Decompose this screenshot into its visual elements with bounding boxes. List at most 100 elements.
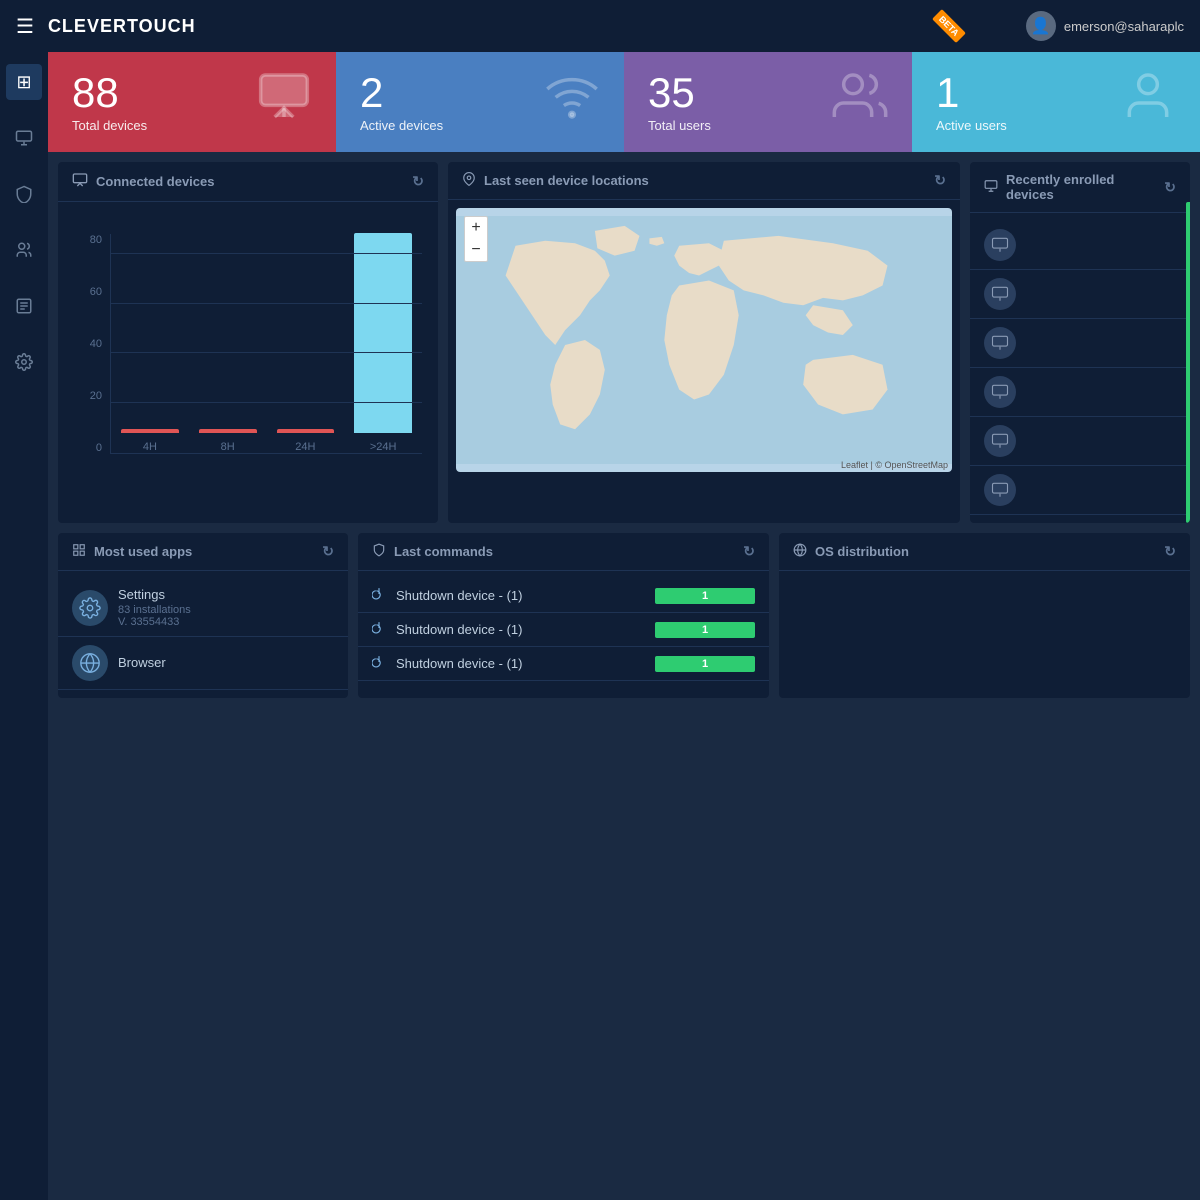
grid-line-80 bbox=[111, 253, 422, 254]
enrolled-icon bbox=[984, 179, 998, 196]
command-bar: 1 bbox=[655, 588, 755, 604]
bar-24h-fill bbox=[277, 429, 335, 433]
commands-refresh[interactable]: ↻ bbox=[743, 543, 755, 560]
stats-row: 88 Total devices 2 Active devices bbox=[48, 52, 1200, 152]
panels-row: Connected devices ↻ 80 60 40 20 0 bbox=[48, 152, 1200, 533]
app-icon-browser bbox=[72, 645, 108, 681]
list-item: Browser bbox=[58, 637, 348, 690]
total-users-number: 35 bbox=[648, 72, 711, 114]
list-item bbox=[970, 319, 1190, 368]
command-name: Shutdown device - (1) bbox=[396, 588, 645, 603]
map-title: Last seen device locations bbox=[484, 173, 649, 188]
map-zoom-in[interactable]: + bbox=[465, 217, 487, 239]
sidebar-item-users[interactable] bbox=[6, 232, 42, 268]
bar-8h: 8H bbox=[199, 429, 257, 453]
device-icon bbox=[984, 425, 1016, 457]
device-icon bbox=[984, 278, 1016, 310]
command-bar: 1 bbox=[655, 622, 755, 638]
grid-line-20 bbox=[111, 402, 422, 403]
bar-chart: 80 60 40 20 0 bbox=[58, 202, 438, 462]
sidebar-item-security[interactable] bbox=[6, 176, 42, 212]
stat-total-devices: 88 Total devices bbox=[48, 52, 336, 152]
recently-enrolled-header: Recently enrolled devices ↻ bbox=[970, 162, 1190, 213]
os-distribution-panel: OS distribution ↻ bbox=[779, 533, 1190, 698]
command-bar-container: 1 bbox=[655, 656, 755, 672]
map-zoom-controls: + − bbox=[464, 216, 488, 262]
power-icon bbox=[372, 587, 386, 604]
main-layout: ⊞ 88 Total devices bbox=[0, 52, 1200, 1200]
os-dist-content bbox=[779, 571, 1190, 603]
app-name: Settings bbox=[118, 587, 334, 602]
last-commands-panel: Last commands ↻ Shutdown device - (1) bbox=[358, 533, 769, 698]
connected-devices-panel: Connected devices ↻ 80 60 40 20 0 bbox=[58, 162, 438, 523]
sidebar-item-dashboard[interactable]: ⊞ bbox=[6, 64, 42, 100]
bar-24h: 24H bbox=[277, 429, 335, 453]
active-users-icon bbox=[1120, 68, 1176, 136]
last-commands-title: Last commands bbox=[394, 544, 493, 559]
stat-active-users: 1 Active users bbox=[912, 52, 1200, 152]
bar-4h: 4H bbox=[121, 429, 179, 453]
os-distribution-header: OS distribution ↻ bbox=[779, 533, 1190, 571]
bar-8h-fill bbox=[199, 429, 257, 433]
map-header: Last seen device locations ↻ bbox=[448, 162, 960, 200]
recently-enrolled-title: Recently enrolled devices bbox=[1006, 172, 1164, 202]
brand-name: CLEVERTOUCH bbox=[48, 16, 932, 37]
power-icon bbox=[372, 621, 386, 638]
connected-devices-title: Connected devices bbox=[96, 174, 215, 189]
sidebar-item-reports[interactable] bbox=[6, 288, 42, 324]
command-bar-container: 1 bbox=[655, 588, 755, 604]
menu-icon[interactable]: ☰ bbox=[16, 14, 34, 39]
app-meta: 83 installationsV. 33554433 bbox=[118, 604, 334, 628]
last-commands-header: Last commands ↻ bbox=[358, 533, 769, 571]
y-axis: 80 60 40 20 0 bbox=[74, 234, 102, 454]
recently-enrolled-panel: Recently enrolled devices ↻ bbox=[970, 162, 1190, 523]
connected-devices-refresh[interactable]: ↻ bbox=[412, 173, 424, 190]
map-zoom-out[interactable]: − bbox=[465, 239, 487, 261]
os-icon bbox=[793, 543, 807, 560]
command-bar-container: 1 bbox=[655, 622, 755, 638]
sidebar: ⊞ bbox=[0, 52, 48, 1200]
device-icon bbox=[984, 376, 1016, 408]
os-distribution-title: OS distribution bbox=[815, 544, 909, 559]
grid-line-60 bbox=[111, 303, 422, 304]
device-icon bbox=[984, 474, 1016, 506]
enrolled-refresh[interactable]: ↻ bbox=[1164, 179, 1176, 196]
os-refresh[interactable]: ↻ bbox=[1164, 543, 1176, 560]
list-item bbox=[970, 417, 1190, 466]
list-item bbox=[970, 466, 1190, 515]
map-container: + − bbox=[448, 200, 960, 480]
scroll-indicator bbox=[1186, 202, 1190, 523]
bottom-row: Most used apps ↻ Settings bbox=[48, 533, 1200, 708]
stat-active-devices: 2 Active devices bbox=[336, 52, 624, 152]
map-refresh[interactable]: ↻ bbox=[934, 172, 946, 189]
avatar: 👤 bbox=[1026, 11, 1056, 41]
user-profile[interactable]: 👤 emerson@saharaplc bbox=[1026, 11, 1184, 41]
monitor-icon bbox=[72, 172, 88, 191]
grid-line-40 bbox=[111, 352, 422, 353]
list-item: Shutdown device - (1) 1 bbox=[358, 647, 769, 681]
location-icon bbox=[462, 172, 476, 189]
total-users-label: Total users bbox=[648, 118, 711, 133]
sidebar-item-devices[interactable] bbox=[6, 120, 42, 156]
list-item: Settings 83 installationsV. 33554433 bbox=[58, 579, 348, 637]
app-list: Settings 83 installationsV. 33554433 bbox=[58, 571, 348, 698]
most-used-apps-panel: Most used apps ↻ Settings bbox=[58, 533, 348, 698]
map-placeholder: + − bbox=[456, 208, 952, 472]
most-used-apps-header: Most used apps ↻ bbox=[58, 533, 348, 571]
app-name: Browser bbox=[118, 655, 334, 670]
command-bar: 1 bbox=[655, 656, 755, 672]
top-navigation: ☰ CLEVERTOUCH BETA 👤 emerson@saharaplc bbox=[0, 0, 1200, 52]
total-devices-label: Total devices bbox=[72, 118, 147, 133]
device-icon bbox=[984, 229, 1016, 261]
user-email: emerson@saharaplc bbox=[1064, 19, 1184, 34]
command-name: Shutdown device - (1) bbox=[396, 656, 645, 671]
list-item bbox=[970, 221, 1190, 270]
active-devices-icon bbox=[544, 68, 600, 136]
active-devices-label: Active devices bbox=[360, 118, 443, 133]
sidebar-item-settings[interactable] bbox=[6, 344, 42, 380]
commands-list: Shutdown device - (1) 1 Shutdown de bbox=[358, 571, 769, 689]
total-users-icon bbox=[832, 68, 888, 136]
main-content: 88 Total devices 2 Active devices bbox=[48, 52, 1200, 1200]
map-panel: Last seen device locations ↻ + − bbox=[448, 162, 960, 523]
apps-refresh[interactable]: ↻ bbox=[322, 543, 334, 560]
